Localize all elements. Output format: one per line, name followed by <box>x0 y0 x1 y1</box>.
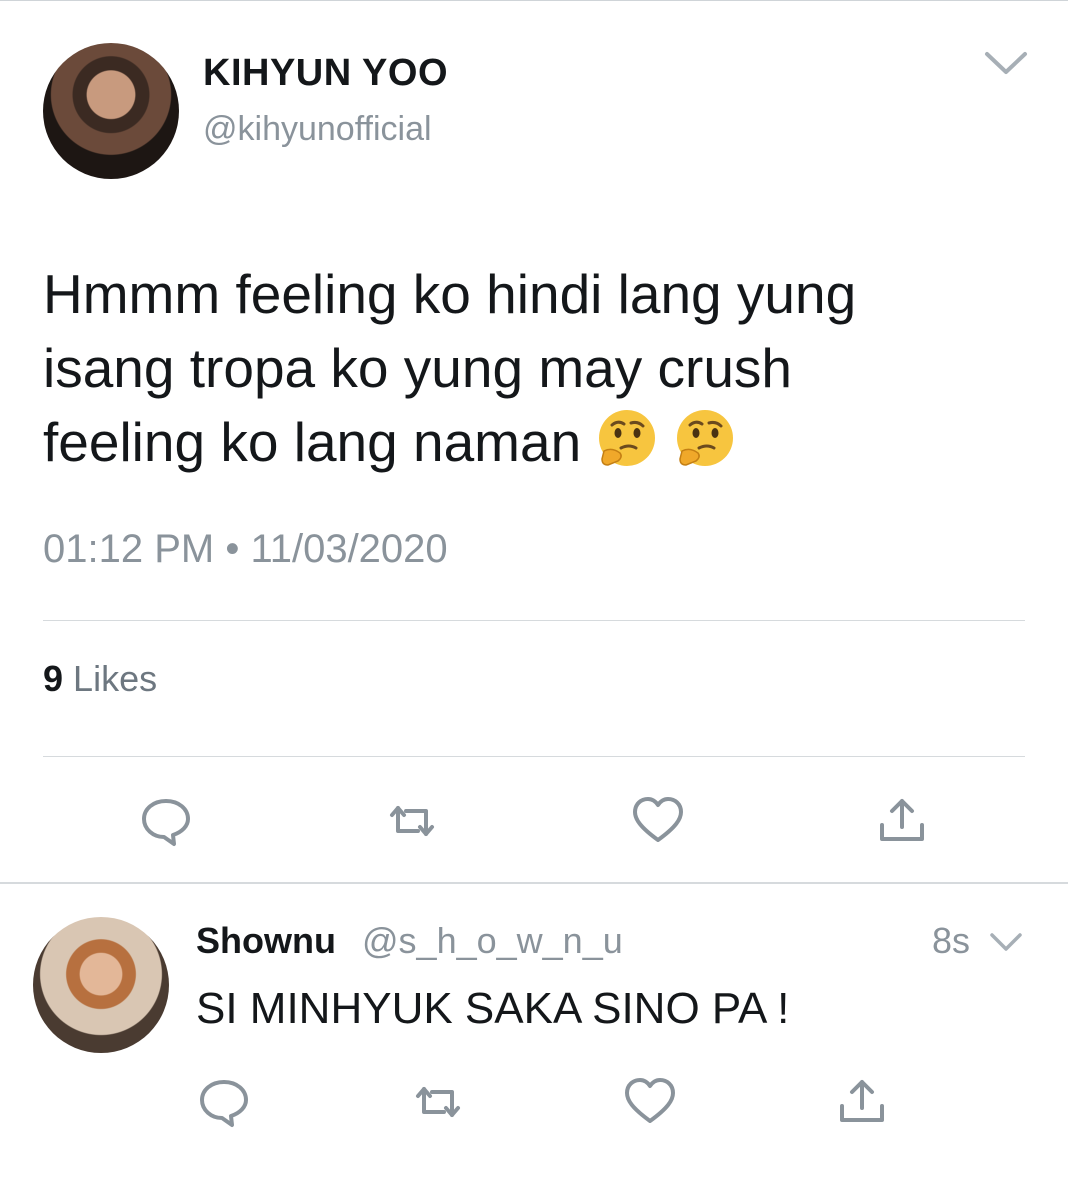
chevron-down-icon[interactable] <box>983 48 1029 78</box>
share-icon[interactable] <box>834 1074 890 1130</box>
thinking-face-icon <box>676 410 733 466</box>
tweet-text-line: feeling ko lang naman <box>43 411 582 473</box>
divider <box>43 756 1025 757</box>
reply-author-display-name[interactable]: Shownu <box>196 920 336 962</box>
likes-summary[interactable]: 9 Likes <box>43 658 157 700</box>
divider <box>43 620 1025 621</box>
likes-label: Likes <box>73 658 158 699</box>
share-icon[interactable] <box>874 793 930 849</box>
tweet-text-line: isang tropa ko yung may crush <box>43 337 792 399</box>
retweet-icon[interactable] <box>384 793 440 849</box>
tweet-timestamp[interactable]: 01:12 PM • 11/03/2020 <box>43 527 448 572</box>
like-icon[interactable] <box>622 1074 678 1130</box>
reply-timestamp: 8s <box>932 920 971 961</box>
thinking-face-icon <box>599 410 656 466</box>
reply-icon[interactable] <box>196 1074 252 1130</box>
tweet-text-line-with-emoji: feeling ko lang naman <box>43 405 1003 479</box>
chevron-down-icon[interactable] <box>988 930 1024 954</box>
author-handle[interactable]: @kihyunofficial <box>203 110 432 149</box>
retweet-icon[interactable] <box>410 1074 466 1130</box>
reply-icon[interactable] <box>138 793 194 849</box>
author-display-name[interactable]: KIHYUN YOO <box>203 52 448 95</box>
top-divider <box>0 0 1068 1</box>
reply-text: SI MINHYUK SAKA SINO PA ! <box>196 984 790 1033</box>
likes-count: 9 <box>43 658 64 699</box>
author-avatar[interactable] <box>43 43 179 179</box>
tweet-text-line: Hmmm feeling ko hindi lang yung <box>43 263 857 325</box>
reply-author-avatar[interactable] <box>33 917 169 1053</box>
section-divider <box>0 882 1068 884</box>
like-icon[interactable] <box>630 793 686 849</box>
tweet-text: Hmmm feeling ko hindi lang yung isang tr… <box>43 257 1003 479</box>
reply-author-handle[interactable]: @s_h_o_w_n_u <box>362 920 623 962</box>
